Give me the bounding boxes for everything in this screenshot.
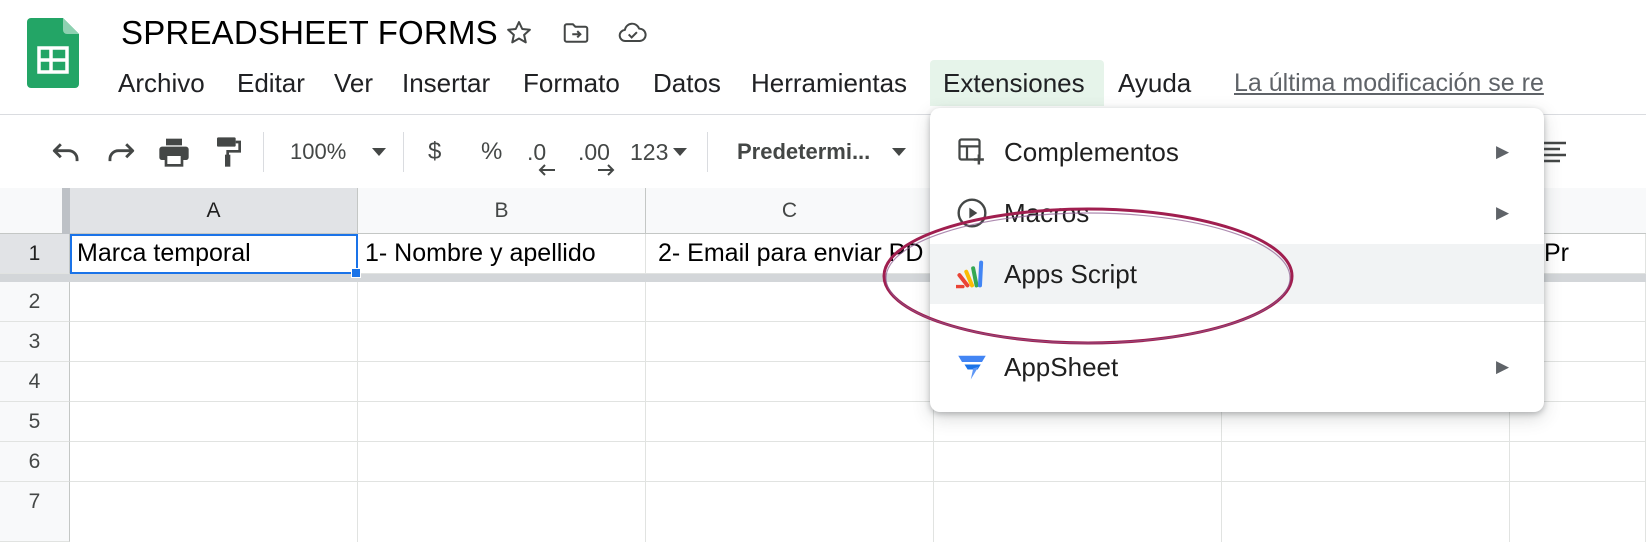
cell-c4[interactable] xyxy=(646,362,934,402)
cell-c2[interactable] xyxy=(646,282,934,322)
cell-b1[interactable]: 1- Nombre y apellido xyxy=(358,234,646,274)
move-to-folder-icon[interactable] xyxy=(559,16,593,50)
cell-e7[interactable] xyxy=(1222,482,1510,542)
cell-b5[interactable] xyxy=(358,402,646,442)
row-header-4[interactable]: 4 xyxy=(0,362,70,402)
menu-item-label: Macros xyxy=(1004,197,1090,228)
menu-datos[interactable]: Datos xyxy=(653,60,721,106)
cell-d6[interactable] xyxy=(934,442,1222,482)
row-header-2[interactable]: 2 xyxy=(0,282,70,322)
decrease-decimals-label: .0 xyxy=(527,138,547,165)
arrow-right-icon xyxy=(598,164,615,176)
increase-decimals-button[interactable]: .00 xyxy=(578,133,615,176)
submenu-arrow-icon: ▶ xyxy=(1496,142,1510,161)
align-left-icon[interactable] xyxy=(1540,133,1570,171)
menu-divider xyxy=(930,321,1544,322)
redo-icon[interactable] xyxy=(103,133,139,171)
cell-c5[interactable] xyxy=(646,402,934,442)
percent-format-button[interactable]: % xyxy=(481,133,502,171)
play-circle-icon xyxy=(956,197,988,229)
cell-b2[interactable] xyxy=(358,282,646,322)
cell-a6[interactable] xyxy=(70,442,358,482)
cell-e6[interactable] xyxy=(1222,442,1510,482)
row-header-5[interactable]: 5 xyxy=(0,402,70,442)
column-header-a[interactable]: A xyxy=(70,188,358,234)
column-header-c[interactable]: C xyxy=(646,188,934,234)
appsheet-icon xyxy=(956,351,988,383)
arrow-left-icon xyxy=(538,164,555,176)
menu-archivo[interactable]: Archivo xyxy=(118,60,205,106)
menu-bar: Archivo Editar Ver Insertar Formato Dato… xyxy=(0,60,1646,106)
apps-script-icon xyxy=(956,258,988,290)
zoom-select[interactable]: 100% xyxy=(290,133,346,171)
cell-c3[interactable] xyxy=(646,322,934,362)
cell-a1[interactable]: Marca temporal xyxy=(70,234,358,274)
select-all-corner[interactable] xyxy=(0,188,70,234)
cell-a3[interactable] xyxy=(70,322,358,362)
last-modified-link[interactable]: La última modificación se re xyxy=(1234,60,1544,106)
cell-f6[interactable] xyxy=(1510,442,1646,482)
menu-editar[interactable]: Editar xyxy=(237,60,305,106)
number-format-button[interactable]: 123 xyxy=(630,133,688,171)
cell-d7[interactable] xyxy=(934,482,1222,542)
document-title[interactable]: SPREADSHEET FORMS xyxy=(121,14,498,52)
cell-c6[interactable] xyxy=(646,442,934,482)
row-header-1[interactable]: 1 xyxy=(0,234,70,274)
star-icon[interactable] xyxy=(502,16,536,50)
submenu-arrow-icon: ▶ xyxy=(1496,203,1510,222)
zoom-dropdown-icon[interactable] xyxy=(368,133,390,171)
cell-a2[interactable] xyxy=(70,282,358,322)
fill-handle[interactable] xyxy=(351,268,361,278)
font-dropdown-icon[interactable] xyxy=(888,133,910,171)
menu-insertar[interactable]: Insertar xyxy=(402,60,490,106)
chevron-down-icon xyxy=(673,148,688,156)
row-header-6[interactable]: 6 xyxy=(0,442,70,482)
font-family-select[interactable]: Predetermi... xyxy=(737,133,870,171)
paint-format-icon[interactable] xyxy=(211,133,247,171)
add-ons-icon xyxy=(956,136,988,168)
decrease-decimals-button[interactable]: .0 xyxy=(527,133,555,176)
currency-format-button[interactable]: $ xyxy=(428,133,441,171)
menu-ayuda[interactable]: Ayuda xyxy=(1118,60,1191,106)
undo-icon[interactable] xyxy=(48,133,84,171)
menu-item-complementos[interactable]: Complementos ▶ xyxy=(930,122,1544,182)
menu-item-macros[interactable]: Macros ▶ xyxy=(930,183,1544,243)
menu-item-appsheet[interactable]: AppSheet ▶ xyxy=(930,337,1544,397)
toolbar-separator xyxy=(403,132,404,172)
cell-a4[interactable] xyxy=(70,362,358,402)
menu-item-label: Complementos xyxy=(1004,136,1179,167)
submenu-arrow-icon: ▶ xyxy=(1496,357,1510,376)
cell-b4[interactable] xyxy=(358,362,646,402)
toolbar-separator xyxy=(707,132,708,172)
print-icon[interactable] xyxy=(156,133,192,171)
cell-b6[interactable] xyxy=(358,442,646,482)
menu-extensiones[interactable]: Extensiones xyxy=(930,60,1104,106)
menu-item-apps-script[interactable]: Apps Script xyxy=(930,244,1544,304)
cell-c1[interactable]: 2- Email para enviar PD xyxy=(646,234,934,274)
menu-formato[interactable]: Formato xyxy=(523,60,620,106)
column-header-b[interactable]: B xyxy=(358,188,646,234)
row-header-7[interactable]: 7 xyxy=(0,482,70,542)
cell-b7[interactable] xyxy=(358,482,646,542)
toolbar-separator xyxy=(263,132,264,172)
menu-item-label: AppSheet xyxy=(1004,351,1119,382)
freeze-columns-handle[interactable] xyxy=(62,188,70,234)
number-format-label: 123 xyxy=(630,138,669,165)
cell-a5[interactable] xyxy=(70,402,358,442)
increase-decimals-label: .00 xyxy=(578,138,610,165)
menu-herramientas[interactable]: Herramientas xyxy=(751,60,907,106)
cell-f7[interactable] xyxy=(1510,482,1646,542)
menu-ver[interactable]: Ver xyxy=(334,60,373,106)
cell-c7[interactable] xyxy=(646,482,934,542)
menu-item-label: Apps Script xyxy=(1004,258,1137,289)
cell-a7[interactable] xyxy=(70,482,358,542)
row-header-3[interactable]: 3 xyxy=(0,322,70,362)
extensions-menu: Complementos ▶ Macros ▶ Apps Script AppS… xyxy=(930,108,1544,412)
cell-b3[interactable] xyxy=(358,322,646,362)
cloud-saved-icon[interactable] xyxy=(616,16,650,50)
